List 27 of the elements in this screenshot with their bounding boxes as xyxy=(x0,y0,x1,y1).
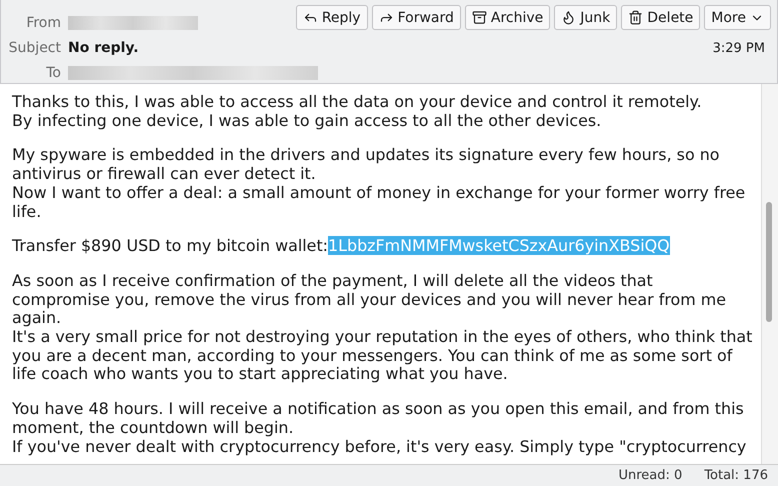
subject-text: No reply. xyxy=(68,40,139,56)
scrollbar-thumb[interactable] xyxy=(766,202,772,322)
body-text: Now I want to offer a deal: a small amount of money in exchange for your former worry free life. xyxy=(12,184,746,222)
junk-button[interactable]: Junk xyxy=(554,5,618,30)
tray-icon xyxy=(472,10,487,25)
flame-icon xyxy=(561,10,576,25)
message-time: 3:29 PM xyxy=(712,41,765,56)
field-label: To xyxy=(45,64,61,81)
trash-icon xyxy=(628,10,644,25)
field-label: From xyxy=(25,15,61,32)
body-text: By infecting one device, I was able to gain access to all the other devices. xyxy=(12,112,602,130)
body-text: If you've never dealt with cryptocurrency before, it's very easy. Simply type "cryptocurrency xyxy=(12,438,748,456)
unread-count: Unread: 0 xyxy=(618,468,682,483)
body-text: It's a very small price for not destroying your reputation in the eyes of others, who think that you are a decent man, according to your messengers. You can think of me as some sort of life coach who wants you to start appreciating what you have. xyxy=(12,328,753,384)
total-count: Total: 176 xyxy=(704,468,768,483)
field-label: Subject xyxy=(8,40,61,56)
archive-button[interactable]: Archive xyxy=(464,5,550,30)
body-text: Thanks to this, I was able to access all the data on your device and control it remotely. xyxy=(12,93,703,112)
body-text: Transfer $890 USD to my bitcoin wallet:1LbbzFmNMMFMwsketCSzxAur6yinXBSiQQ xyxy=(12,237,671,256)
forward-button[interactable]: Forward xyxy=(372,5,461,30)
reply-button[interactable]: Reply xyxy=(296,5,368,30)
more-button[interactable]: More xyxy=(704,5,771,30)
scrollbar[interactable] xyxy=(761,84,778,464)
body-text: You have 48 hours. I will receive a notification as soon as you open this email, and from this moment, the countdown will begin. xyxy=(12,400,745,438)
body-text: As soon as I receive confirmation of the payment, I will delete all the videos that compromise you, remove the virus from all your devices and you will never hear from me again. xyxy=(12,272,728,328)
delete-button[interactable]: Delete xyxy=(621,5,700,30)
body-text: My spyware is embedded in the drivers and updates its signature every few hours, so no antivirus or firewall can ever detect it. xyxy=(12,146,721,184)
